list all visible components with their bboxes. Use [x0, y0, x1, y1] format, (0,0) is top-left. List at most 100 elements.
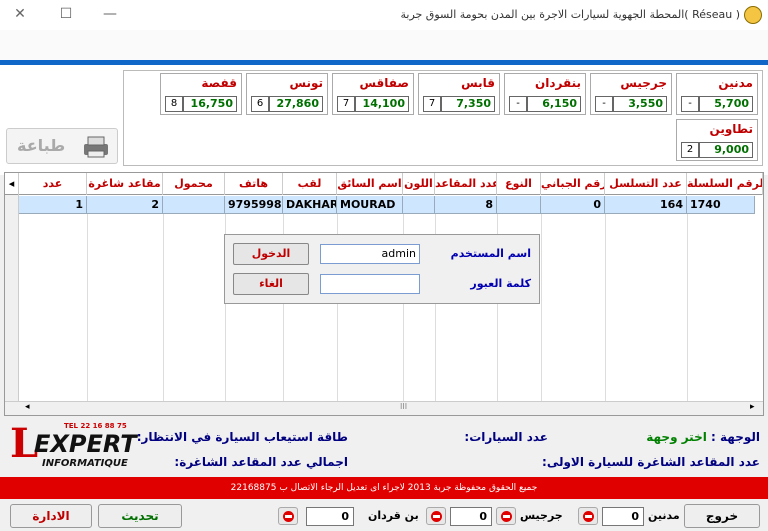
- col-header-serial[interactable]: الرقم السلسلة: [687, 173, 763, 195]
- print-button[interactable]: طباعة: [6, 128, 118, 164]
- destination-gabes[interactable]: قابس 7 7,350: [418, 73, 500, 115]
- destination-name: تونس: [289, 76, 324, 90]
- col-header-vacant[interactable]: مقاعد شاغرة: [87, 173, 163, 195]
- cell-surname: DAKHARI: [283, 196, 337, 214]
- destination-count: -: [681, 96, 699, 112]
- destination-tataouine[interactable]: تطاوين 2 9,000: [676, 119, 758, 161]
- cell-sequence: 164: [605, 196, 687, 214]
- destination-name: صفاقس: [359, 76, 409, 90]
- column-divider: [87, 214, 88, 404]
- restore-icon[interactable]: ☐: [56, 4, 76, 24]
- horizontal-scrollbar[interactable]: ◂ III ▸: [5, 401, 763, 415]
- destination-price: 6,150: [527, 96, 581, 112]
- username-label: اسم المستخدم: [450, 247, 531, 260]
- destination-price: 27,860: [269, 96, 323, 112]
- destination-name: بنقردان: [534, 76, 581, 90]
- column-divider: [541, 214, 542, 404]
- password-input[interactable]: [320, 274, 420, 294]
- destination-name: مدنين: [718, 76, 753, 90]
- col-header-type[interactable]: النوع: [497, 173, 541, 195]
- cell-driver: MOURAD: [337, 196, 403, 214]
- menu-bar: [0, 30, 768, 60]
- destination-price: 5,700: [699, 96, 753, 112]
- cars-count-label: عدد السيارات:: [464, 430, 548, 444]
- col-header-driver[interactable]: اسم السائق: [337, 173, 403, 195]
- scroll-left-icon[interactable]: ◂: [25, 402, 30, 412]
- stop-icon[interactable]: [426, 507, 446, 525]
- printer-icon: [84, 136, 108, 158]
- username-input[interactable]: admin: [320, 244, 420, 264]
- destination-info: الوجهة : اختر وجهة: [646, 430, 760, 444]
- destination-count: 7: [337, 96, 355, 112]
- admin-button[interactable]: الادارة: [10, 504, 92, 528]
- window-title: ( Réseau )المحطة الجهوية لسيارات الاجرة …: [400, 8, 740, 21]
- cell-seats: 8: [435, 196, 497, 214]
- col-header-fiscal[interactable]: رقم الجباني: [541, 173, 605, 195]
- app-icon: [744, 6, 762, 24]
- cell-mobile: [163, 196, 225, 214]
- destination-price: 14,100: [355, 96, 409, 112]
- destination-name: جرجيس: [620, 76, 667, 90]
- destination-name: تطاوين: [709, 122, 753, 136]
- destination-count: -: [509, 96, 527, 112]
- vacant-first-label: عدد المقاعد الشاغرة للسيارة الاولى:: [542, 455, 760, 469]
- login-button[interactable]: الدخول: [233, 243, 309, 265]
- destination-zarzis[interactable]: جرجيس - 3,550: [590, 73, 672, 115]
- cell-phone: 97959982: [225, 196, 283, 214]
- counter-label-zarzis: جرجيس: [520, 509, 563, 522]
- exit-button[interactable]: خروج: [684, 504, 760, 528]
- refresh-button[interactable]: تحديث: [98, 504, 182, 528]
- cell-count: 1: [19, 196, 87, 214]
- col-header-sequence[interactable]: عدد التسلسل: [605, 173, 687, 195]
- table-row[interactable]: 1 2 97959982 DAKHARI MOURAD 8 0 164 1740: [5, 196, 755, 214]
- capacity-label: طاقة استيعاب السيارة في الانتظار:: [136, 430, 348, 444]
- col-header-color[interactable]: اللون: [403, 173, 435, 195]
- logo-brand: EXPERT: [34, 430, 137, 458]
- stop-icon[interactable]: [496, 507, 516, 525]
- destination-medenine[interactable]: مدنين - 5,700: [676, 73, 758, 115]
- stop-icon[interactable]: [278, 507, 298, 525]
- print-label: طباعة: [17, 136, 66, 155]
- cancel-button[interactable]: الغاء: [233, 273, 309, 295]
- close-icon[interactable]: ✕: [10, 4, 30, 24]
- expert-logo: TEL 22 16 88 75 L EXPERT INFORMATIQUE: [6, 422, 168, 474]
- destination-count: 2: [681, 142, 699, 158]
- minimize-icon[interactable]: —: [100, 4, 120, 24]
- destination-price: 9,000: [699, 142, 753, 158]
- col-header-count[interactable]: عدد: [19, 173, 87, 195]
- counter-medenine[interactable]: 0: [602, 507, 644, 526]
- counter-label-bengardane: بن قردان: [368, 509, 419, 522]
- login-dialog: الدخول الغاء admin اسم المستخدم كلمة الع…: [224, 234, 540, 304]
- col-header-mobile[interactable]: محمول: [163, 173, 225, 195]
- counter-bengardane[interactable]: 0: [306, 507, 354, 526]
- destination-price: 3,550: [613, 96, 667, 112]
- cell-serial: 1740: [687, 196, 755, 214]
- stop-icon[interactable]: [578, 507, 598, 525]
- destination-label: الوجهة :: [711, 430, 760, 444]
- grid-header: ◂ عدد مقاعد شاغرة محمول هاتف لقب اسم الس…: [5, 173, 763, 195]
- cell-fiscal: 0: [541, 196, 605, 214]
- copyright-banner: جميع الحقوق محفوظة جربة 2013 لاجراء اى ت…: [0, 477, 768, 499]
- col-header-phone[interactable]: هاتف: [225, 173, 283, 195]
- destination-tunis[interactable]: تونس 6 27,860: [246, 73, 328, 115]
- destination-gafsa[interactable]: قفصة 8 16,750: [160, 73, 242, 115]
- destinations-panel: مدنين - 5,700 جرجيس - 3,550 بنقردان - 6,…: [123, 70, 763, 166]
- destination-value: اختر وجهة: [646, 430, 707, 444]
- col-header-surname[interactable]: لقب: [283, 173, 337, 195]
- destination-count: -: [595, 96, 613, 112]
- scroll-right-icon[interactable]: ▸: [750, 402, 755, 412]
- destination-price: 16,750: [183, 96, 237, 112]
- destination-price: 7,350: [441, 96, 495, 112]
- logo-phone: TEL 22 16 88 75: [64, 422, 127, 430]
- scroll-grip[interactable]: III: [400, 402, 407, 411]
- destination-count: 8: [165, 96, 183, 112]
- destination-count: 7: [423, 96, 441, 112]
- destination-sfax[interactable]: صفاقس 7 14,100: [332, 73, 414, 115]
- col-header-seats[interactable]: عدد المقاعد: [435, 173, 497, 195]
- cell-type: [497, 196, 541, 214]
- vertical-scrollbar[interactable]: [5, 195, 19, 403]
- column-divider: [605, 214, 606, 404]
- destination-name: قابس: [461, 76, 495, 90]
- counter-zarzis[interactable]: 0: [450, 507, 492, 526]
- destination-bengardane[interactable]: بنقردان - 6,150: [504, 73, 586, 115]
